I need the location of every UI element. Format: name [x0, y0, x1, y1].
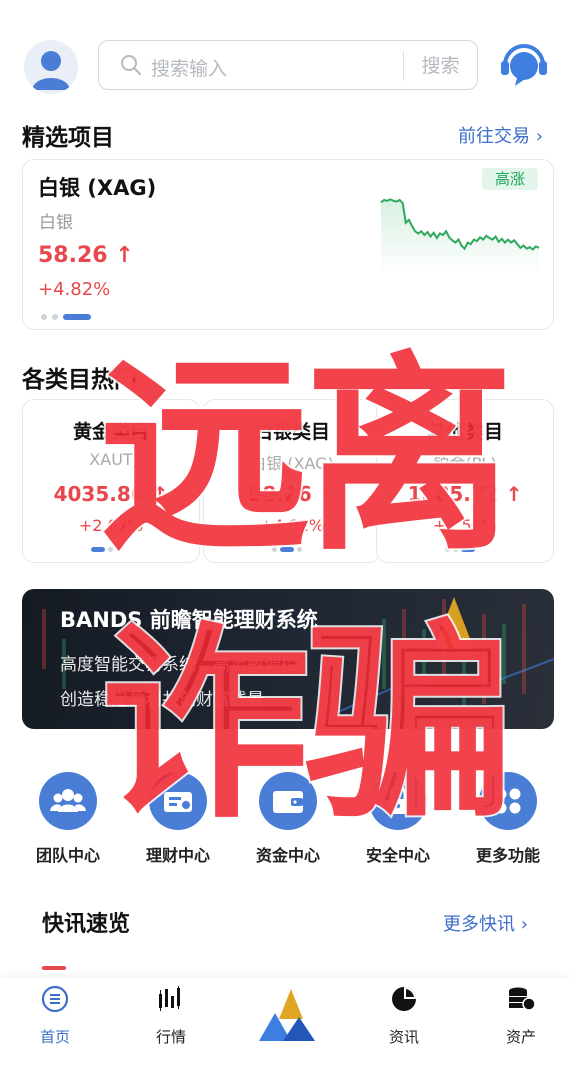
category-pager — [91, 547, 133, 552]
news-tab-indicator — [42, 966, 66, 970]
nav-home[interactable]: 首页 — [20, 984, 90, 1047]
more-icon — [479, 772, 537, 830]
nav-market[interactable]: 行情 — [136, 984, 206, 1047]
candlestick-icon — [159, 986, 180, 1011]
trend-sparkline — [380, 198, 540, 275]
coins-icon — [509, 987, 536, 1011]
category-name: 白银类目 — [253, 421, 330, 443]
status-badge: 高涨 — [482, 168, 538, 190]
pager-dot — [52, 313, 58, 320]
nav-brand[interactable] — [255, 985, 319, 1045]
category-price: 4035.86 ↑ — [53, 482, 169, 506]
nav-label: 资讯 — [388, 1028, 419, 1046]
category-symbol: 白银 (XAG) — [250, 454, 334, 473]
home-icon — [41, 985, 69, 1013]
wallet-icon — [259, 772, 317, 830]
go-trade-link[interactable]: 前往交易 › — [458, 122, 543, 148]
nav-news[interactable]: 资讯 — [369, 984, 439, 1047]
category-name: 黄金类目 — [72, 421, 149, 443]
user-icon — [32, 51, 70, 90]
headset-icon — [501, 44, 547, 86]
shortcut-label: 资金中心 — [255, 846, 320, 865]
nav-label: 首页 — [39, 1028, 70, 1046]
category-pager — [445, 547, 487, 552]
customer-service-button[interactable] — [497, 38, 551, 92]
search-button[interactable]: 搜索 — [403, 51, 477, 81]
finance-icon — [149, 772, 207, 830]
shortcut-security-center[interactable]: 安全中心 — [348, 772, 448, 866]
nav-label: 资产 — [505, 1028, 536, 1046]
category-symbol: XAUT — [89, 450, 133, 469]
category-card-other[interactable]: 其他类目 铂金(PL) 1585.72 ↑ +2.59% — [376, 399, 554, 563]
search-icon — [121, 55, 142, 76]
shortcut-label: 理财中心 — [145, 846, 210, 865]
news-section-title: 快讯速览 — [42, 912, 131, 937]
shortcut-finance-center[interactable]: 理财中心 — [128, 772, 228, 866]
search-input[interactable]: 搜索输入 — [151, 54, 227, 81]
nav-assets[interactable]: 资产 — [486, 984, 556, 1047]
category-price: 1585.72 ↑ — [407, 482, 523, 506]
shortcut-label: 安全中心 — [365, 846, 430, 865]
more-news-link[interactable]: 更多快讯 › — [443, 910, 528, 936]
banner-line-1: 高度智能交易系统，高灵敏调控 — [60, 655, 298, 675]
featured-price: 58.26 ↑ — [38, 243, 134, 268]
category-price: 58.26 ↑ — [248, 482, 336, 506]
category-symbol: 铂金(PL) — [433, 454, 497, 473]
shortcut-team-center[interactable]: 团队中心 — [18, 772, 118, 866]
shortcut-label: 更多功能 — [475, 846, 540, 865]
nav-label: 行情 — [155, 1028, 186, 1046]
categories-section-title: 各类目热门 — [22, 367, 137, 393]
category-change: +4.82% — [259, 516, 325, 535]
pager-dot — [41, 313, 47, 320]
shortcut-more-functions[interactable]: 更多功能 — [458, 772, 558, 866]
featured-asset-subtitle: 白银 — [39, 213, 73, 233]
user-avatar[interactable] — [24, 40, 78, 94]
pager-dot-active — [63, 313, 91, 320]
featured-section-title: 精选项目 — [22, 125, 114, 151]
brand-logo — [259, 989, 315, 1041]
featured-change: +4.82% — [38, 279, 111, 300]
featured-pager — [41, 306, 96, 325]
featured-asset-name: 白银 (XAG) — [38, 176, 157, 200]
shortcut-label: 团队中心 — [35, 846, 100, 865]
category-card-gold[interactable]: 黄金类目 XAUT 4035.86 ↑ +2.07% — [22, 399, 200, 563]
category-pager — [272, 547, 314, 552]
team-icon — [39, 772, 97, 830]
category-change: +2.07% — [78, 516, 144, 535]
category-change: +2.59% — [432, 516, 498, 535]
search-box[interactable]: 搜索输入 搜索 — [98, 40, 478, 90]
banner-line-2: 创造稳定盈利共创财富钱景 — [60, 690, 264, 710]
banner-title: BANDS 前瞻智能理财系统 — [60, 608, 318, 632]
lock-icon — [369, 772, 427, 830]
category-card-silver[interactable]: 白银类目 白银 (XAG) 58.26 ↑ +4.82% — [203, 399, 381, 563]
category-name: 其他类目 — [426, 421, 503, 443]
pie-chart-icon — [392, 987, 416, 1011]
shortcut-funds-center[interactable]: 资金中心 — [238, 772, 338, 866]
